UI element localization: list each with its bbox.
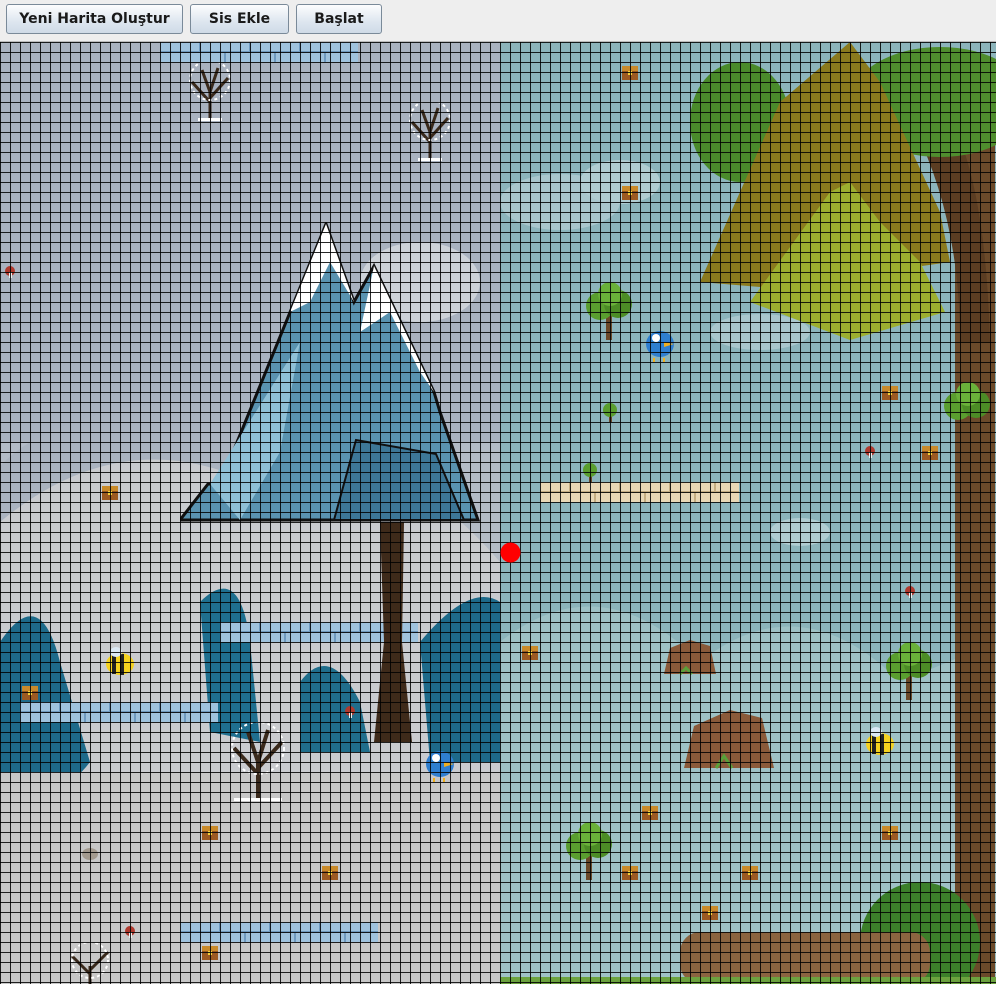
treasure-chest-icon <box>882 386 898 400</box>
toolbar: Yeni Harita Oluştur Sis Ekle Başlat <box>0 0 996 42</box>
start-button[interactable]: Başlat <box>296 4 382 34</box>
ice-platform <box>20 702 218 722</box>
mushroom-icon <box>345 706 355 718</box>
treasure-chest-icon <box>742 866 758 880</box>
treasure-chest-icon <box>622 866 638 880</box>
stone-platform <box>540 482 739 502</box>
rock <box>684 710 774 769</box>
treasure-chest-icon <box>202 826 218 840</box>
winter-trunk <box>374 522 412 742</box>
snowy-tree <box>409 102 451 161</box>
treasure-chest-icon <box>882 826 898 840</box>
treasure-chest-icon <box>622 66 638 80</box>
rock <box>664 640 716 676</box>
treasure-chest-icon <box>922 446 938 460</box>
ice-mountain <box>180 222 480 522</box>
treasure-chest-icon <box>522 646 538 660</box>
mushroom-icon <box>865 446 875 458</box>
new-map-button[interactable]: Yeni Harita Oluştur <box>6 4 183 34</box>
green-tree <box>586 282 632 340</box>
ice-platform <box>180 922 378 942</box>
snowy-tree <box>189 62 231 121</box>
player-icon[interactable] <box>500 542 521 563</box>
treasure-chest-icon <box>102 486 118 500</box>
treasure-chest-icon <box>702 906 718 920</box>
snowy-tree <box>70 942 110 984</box>
green-tree <box>944 382 990 440</box>
green-tree <box>603 403 617 422</box>
green-tree <box>886 642 932 700</box>
bee-icon <box>866 727 894 755</box>
game-map[interactable] <box>0 42 996 984</box>
treasure-chest-icon <box>622 186 638 200</box>
bee-icon <box>106 647 134 675</box>
treasure-chest-icon <box>202 946 218 960</box>
summer-mountain <box>700 42 950 340</box>
green-tree <box>583 463 597 482</box>
mushroom-icon <box>125 926 135 938</box>
mushroom-icon <box>5 266 15 278</box>
treasure-chest-icon <box>642 806 658 820</box>
add-fog-button[interactable]: Sis Ekle <box>190 4 289 34</box>
blue-bird-icon <box>646 331 674 362</box>
mushroom-icon <box>905 586 915 598</box>
ice-platform <box>160 42 358 62</box>
blue-bird-icon <box>426 751 454 782</box>
snowy-tree <box>231 722 285 801</box>
green-tree <box>566 822 612 880</box>
treasure-chest-icon <box>22 686 38 700</box>
treasure-chest-icon <box>322 866 338 880</box>
stone-icon <box>82 848 98 860</box>
